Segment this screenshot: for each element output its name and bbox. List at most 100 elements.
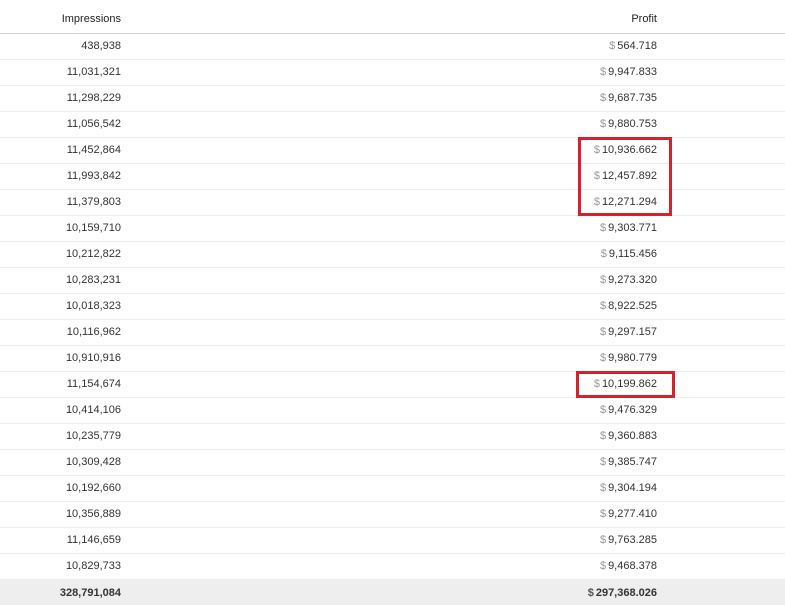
- profit-cell: $564.718: [609, 40, 657, 52]
- profit-cell: $9,980.779: [600, 352, 657, 364]
- table-row: 10,018,323 $8,922.525: [0, 294, 785, 320]
- impressions-cell: 10,910,916: [65, 352, 121, 364]
- currency-symbol: $: [593, 144, 600, 156]
- total-profit: $297,368.026: [588, 587, 657, 599]
- currency-symbol: $: [593, 196, 600, 208]
- profit-cell: $9,385.747: [600, 456, 657, 468]
- impressions-cell: 11,154,674: [66, 378, 121, 390]
- profit-cell: $9,297.157: [600, 326, 657, 338]
- profit-value: 9,360.883: [608, 430, 657, 442]
- impressions-cell: 10,212,822: [65, 248, 121, 260]
- currency-symbol: $: [599, 118, 607, 130]
- table-row: 10,212,822 $9,115.456: [0, 242, 785, 268]
- currency-symbol: $: [609, 40, 616, 52]
- totals-row: 328,791,084 $297,368.026: [0, 580, 785, 605]
- impressions-cell: 10,235,779: [65, 430, 121, 442]
- profit-value: 9,304.194: [608, 482, 657, 494]
- impressions-cell: 10,356,889: [65, 508, 121, 520]
- profit-cell: $9,360.883: [600, 430, 657, 442]
- profit-value: 564.718: [617, 40, 657, 52]
- profit-value: 9,303.771: [608, 222, 657, 234]
- profit-cell: $9,303.771: [600, 222, 657, 234]
- table-row: 11,031,321 $9,947.833: [0, 60, 785, 86]
- profit-cell: $10,199.862: [594, 378, 657, 390]
- profit-cell: $9,880.753: [600, 118, 657, 130]
- profit-value: 9,297.157: [608, 326, 657, 338]
- impressions-cell: 10,283,231: [65, 274, 121, 286]
- profit-value: 9,468.378: [608, 560, 657, 572]
- table-row: 10,829,733 $9,468.378: [0, 554, 785, 580]
- currency-symbol: $: [599, 482, 607, 494]
- profit-cell: $9,468.378: [600, 560, 657, 572]
- total-profit-value: 297,368.026: [595, 587, 657, 599]
- currency-symbol: $: [587, 587, 594, 599]
- table-row: 11,154,674 $10,199.862: [0, 372, 785, 398]
- currency-symbol: $: [599, 222, 607, 234]
- impressions-column-header[interactable]: Impressions: [62, 13, 121, 25]
- profit-cell: $12,271.294: [594, 196, 657, 208]
- profit-value: 10,936.662: [601, 144, 657, 156]
- table-row: 10,283,231 $9,273.320: [0, 268, 785, 294]
- impressions-cell: 10,829,733: [65, 560, 121, 572]
- profit-value: 9,763.285: [608, 534, 657, 546]
- table-row: 438,938 $564.718: [0, 34, 785, 60]
- table-row: 10,192,660 $9,304.194: [0, 476, 785, 502]
- table-row: 10,356,889 $9,277.410: [0, 502, 785, 528]
- table-header: Impressions Profit: [0, 0, 785, 34]
- profit-column-header[interactable]: Profit: [631, 13, 657, 25]
- currency-symbol: $: [599, 404, 607, 416]
- impressions-cell: 11,298,229: [66, 92, 121, 104]
- impressions-cell: 438,938: [81, 40, 121, 52]
- impressions-cell: 10,192,660: [65, 482, 121, 494]
- profit-cell: $9,304.194: [600, 482, 657, 494]
- currency-symbol: $: [593, 378, 600, 390]
- profit-cell: $10,936.662: [594, 144, 657, 156]
- total-impressions: 328,791,084: [59, 587, 121, 599]
- table-row: 10,309,428 $9,385.747: [0, 450, 785, 476]
- currency-symbol: $: [599, 92, 607, 104]
- currency-symbol: $: [599, 300, 607, 312]
- impressions-cell: 10,414,106: [65, 404, 121, 416]
- profit-value: 12,457.892: [601, 170, 657, 182]
- table-row: 11,298,229 $9,687.735: [0, 86, 785, 112]
- impressions-cell: 10,018,323: [65, 300, 121, 312]
- profit-value: 9,980.779: [608, 352, 657, 364]
- impressions-cell: 11,146,659: [66, 534, 121, 546]
- table-row: 11,452,864 $10,936.662: [0, 138, 785, 164]
- impressions-cell: 11,379,803: [66, 196, 121, 208]
- profit-value: 9,385.747: [608, 456, 657, 468]
- profit-value: 9,115.456: [608, 248, 657, 260]
- table-row: 10,910,916 $9,980.779: [0, 346, 785, 372]
- profit-cell: $9,476.329: [600, 404, 657, 416]
- impressions-cell: 11,993,842: [66, 170, 121, 182]
- currency-symbol: $: [599, 66, 607, 78]
- table-row: 10,235,779 $9,360.883: [0, 424, 785, 450]
- currency-symbol: $: [599, 456, 607, 468]
- table-row: 10,116,962 $9,297.157: [0, 320, 785, 346]
- table-row: 10,159,710 $9,303.771: [0, 216, 785, 242]
- impressions-cell: 10,309,428: [65, 456, 121, 468]
- table-row: 10,414,106 $9,476.329: [0, 398, 785, 424]
- profit-cell: $9,115.456: [601, 248, 657, 260]
- profit-cell: $9,763.285: [600, 534, 657, 546]
- profit-cell: $9,687.735: [600, 92, 657, 104]
- table-row: 11,379,803 $12,271.294: [0, 190, 785, 216]
- profit-value: 9,277.410: [608, 508, 657, 520]
- profit-cell: $9,947.833: [600, 66, 657, 78]
- table-row: 11,993,842 $12,457.892: [0, 164, 785, 190]
- profit-cell: $9,273.320: [600, 274, 657, 286]
- currency-symbol: $: [599, 430, 607, 442]
- currency-symbol: $: [599, 534, 607, 546]
- profit-cell: $9,277.410: [600, 508, 657, 520]
- profit-value: 8,922.525: [608, 300, 657, 312]
- impressions-cell: 11,031,321: [66, 66, 121, 78]
- table-body: 438,938 $564.718 11,031,321 $9,947.833 11,29…: [0, 34, 785, 580]
- impressions-cell: 10,159,710: [65, 222, 121, 234]
- currency-symbol: $: [593, 170, 600, 182]
- table-row: 11,146,659 $9,763.285: [0, 528, 785, 554]
- impressions-cell: 11,452,864: [66, 144, 121, 156]
- profit-value: 9,273.320: [608, 274, 657, 286]
- currency-symbol: $: [599, 352, 607, 364]
- profit-value: 9,476.329: [608, 404, 657, 416]
- impressions-cell: 10,116,962: [66, 326, 121, 338]
